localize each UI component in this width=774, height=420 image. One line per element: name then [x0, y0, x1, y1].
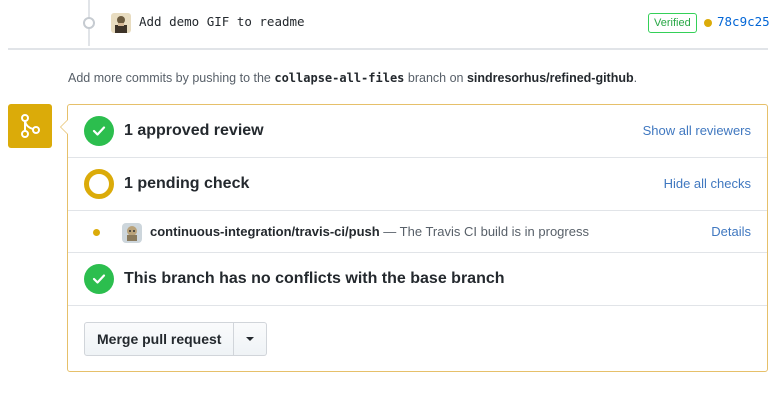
conflicts-section: This branch has no conflicts with the ba… — [68, 253, 767, 306]
commit-icon — [83, 17, 95, 29]
push-hint-prefix: Add more commits by pushing to the — [68, 71, 275, 85]
pending-status-icon — [84, 169, 114, 199]
divider — [8, 48, 768, 50]
commit-message[interactable]: Add demo GIF to readme — [139, 14, 305, 29]
verified-badge[interactable]: Verified — [648, 13, 697, 33]
git-merge-icon — [8, 104, 52, 148]
checks-title: 1 pending check — [124, 175, 250, 192]
pending-dot-icon — [93, 229, 100, 236]
merge-method-dropdown-button[interactable] — [234, 322, 268, 356]
commit-sha-link[interactable]: 78c9c25 — [717, 14, 770, 29]
ci-description: — The Travis CI build is in progress — [379, 224, 589, 239]
travis-ci-avatar — [122, 223, 142, 243]
merge-button-group: Merge pull request — [84, 322, 268, 356]
commit-row: Add demo GIF to readme Verified 78c9c25 — [0, 0, 774, 46]
ci-context: continuous-integration/travis-ci/push — [150, 224, 380, 239]
branch-name: collapse-all-files — [274, 71, 405, 85]
merge-pull-request-button[interactable]: Merge pull request — [84, 322, 235, 356]
check-circle-icon — [84, 116, 114, 146]
commit-author-avatar[interactable] — [111, 13, 131, 33]
push-hint-suffix: . — [633, 71, 638, 85]
ci-status-item: continuous-integration/travis-ci/push — … — [68, 211, 767, 253]
conflicts-title: This branch has no conflicts with the ba… — [124, 270, 505, 287]
merge-status-box: 1 approved review Show all reviewers 1 p… — [60, 104, 768, 372]
repo-name: sindresorhus/refined-github — [466, 71, 634, 85]
checks-section: 1 pending check Hide all checks — [68, 158, 767, 211]
reviews-title: 1 approved review — [124, 122, 264, 139]
push-hint: Add more commits by pushing to the colla… — [68, 71, 637, 85]
reviews-section: 1 approved review Show all reviewers — [68, 105, 767, 158]
ci-details-link[interactable]: Details — [711, 224, 751, 239]
caret-down-icon — [246, 337, 255, 341]
ci-status-text: continuous-integration/travis-ci/push — … — [150, 224, 589, 239]
push-hint-middle: branch on — [404, 71, 467, 85]
check-circle-icon — [84, 264, 114, 294]
hide-all-checks-link[interactable]: Hide all checks — [664, 176, 751, 191]
commit-status-pending-icon[interactable] — [704, 19, 712, 27]
show-all-reviewers-link[interactable]: Show all reviewers — [643, 123, 751, 138]
